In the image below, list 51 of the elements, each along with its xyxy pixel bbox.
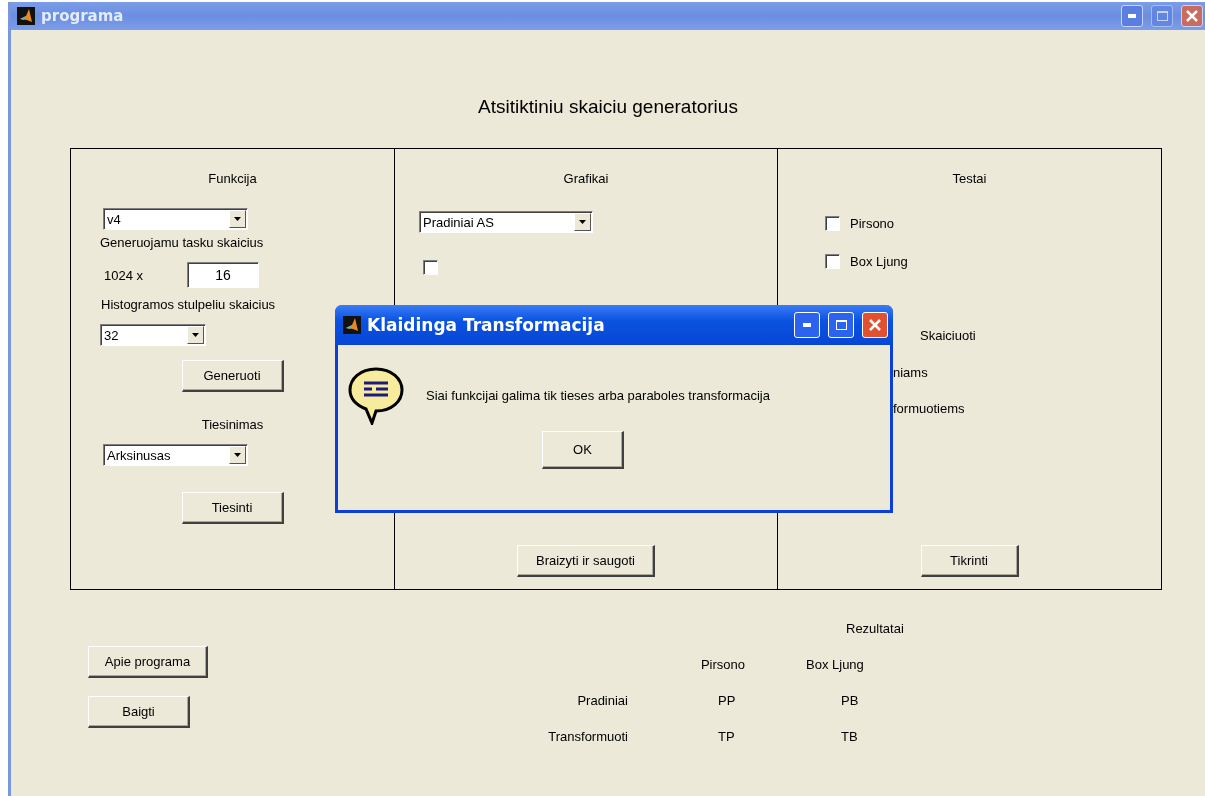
column-header: Pirsono [700, 656, 746, 672]
maximize-icon [1156, 11, 1168, 21]
close-icon [1186, 10, 1198, 22]
minimize-button[interactable] [1121, 5, 1143, 27]
checkbox-label: Pirsono [850, 216, 895, 231]
generate-button[interactable]: Generuoti [181, 360, 284, 392]
dropdown[interactable]: Arksinusas [103, 444, 248, 466]
checkbox[interactable] [423, 260, 438, 275]
transform-button[interactable]: Tiesinti [181, 492, 284, 524]
points-input[interactable]: 16 [187, 262, 260, 288]
dropdown[interactable]: Pradiniai AS [419, 211, 593, 233]
section-title: Testai [952, 171, 987, 186]
results-title: Rezultatai [846, 620, 904, 636]
minimize-icon [1128, 14, 1136, 18]
app-heading: Atsitiktiniu skaiciu generatorius [478, 96, 738, 118]
checkbox[interactable] [825, 216, 840, 231]
dialog-message: Siai funkcijai galima tik tieses arba paraboles transformacija [426, 387, 770, 403]
option-label: formuotiems [893, 401, 965, 416]
section-title: Funkcija [208, 171, 257, 186]
result-value: PB [841, 692, 859, 708]
window-title: programa [41, 7, 125, 25]
section-title: Skaiciuoti [920, 328, 976, 343]
close-button[interactable] [1181, 5, 1203, 27]
section-title: Grafikai [563, 171, 609, 186]
plot-save-button[interactable]: Braizyti ir saugoti [517, 545, 655, 577]
quit-button[interactable]: Baigti [88, 696, 190, 728]
ok-button[interactable]: OK [542, 431, 624, 469]
result-value: PP [718, 692, 736, 708]
row-label: Pradiniai [577, 692, 628, 708]
dropdown[interactable]: 32 [100, 324, 206, 346]
app-logo-icon [343, 316, 361, 334]
checkbox[interactable] [825, 254, 840, 269]
section-title: Tiesinimas [201, 417, 264, 432]
option-label: niams [893, 365, 928, 380]
app-logo-icon [17, 7, 35, 25]
field-label: Generuojamu tasku skaicius [100, 235, 264, 250]
row-label: Transformuoti [548, 728, 628, 744]
speech-bubble-icon [346, 365, 406, 425]
minimize-icon [803, 323, 811, 327]
dropdown[interactable]: v4 [103, 208, 248, 230]
checkbox-label: Box Ljung [850, 254, 908, 269]
about-button[interactable]: Apie programa [88, 646, 208, 678]
close-icon [869, 319, 881, 331]
multiplier-label: 1024 x [104, 267, 144, 283]
check-button[interactable]: Tikrinti [920, 545, 1019, 577]
result-value: TB [841, 728, 858, 744]
field-label: Histogramos stulpeliu skaicius [101, 297, 276, 312]
column-header: Box Ljung [806, 656, 864, 672]
dialog-title: Klaidinga Transformacija [367, 315, 606, 335]
result-value: TP [718, 728, 735, 744]
maximize-icon [835, 320, 847, 330]
